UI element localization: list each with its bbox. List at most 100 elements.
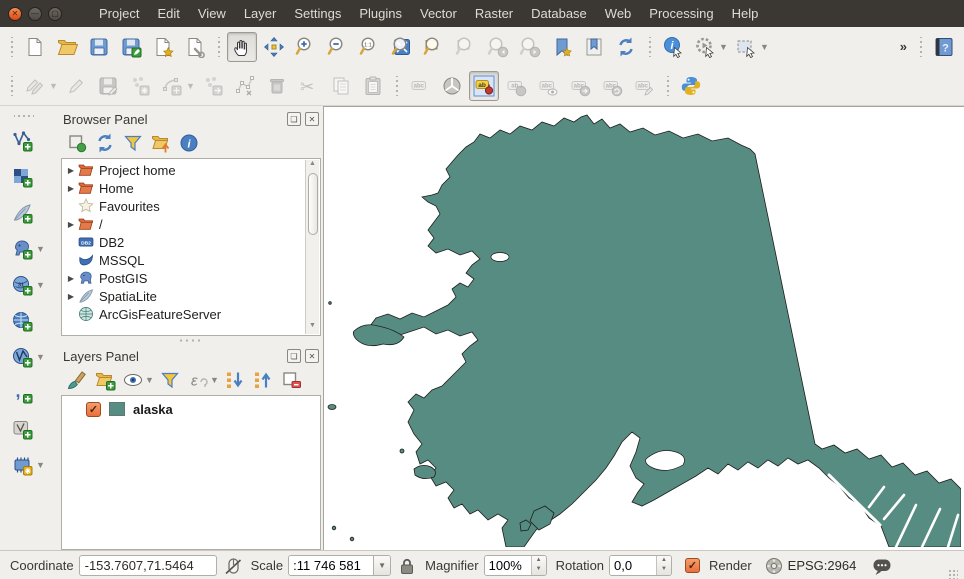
select-features-button[interactable] bbox=[731, 32, 761, 62]
browser-properties-button[interactable]: i bbox=[176, 131, 202, 155]
expander-icon[interactable]: ▶ bbox=[65, 184, 77, 193]
menu-settings[interactable]: Settings bbox=[285, 2, 350, 25]
window-minimize-button[interactable]: — bbox=[28, 7, 42, 21]
new-geopackage-layer-dropdown-arrow[interactable]: ▼ bbox=[36, 460, 46, 470]
composer-manager-button[interactable] bbox=[180, 32, 210, 62]
open-project-button[interactable] bbox=[52, 32, 82, 62]
coordinate-input[interactable] bbox=[79, 555, 217, 576]
menu-raster[interactable]: Raster bbox=[466, 2, 522, 25]
map-canvas[interactable] bbox=[323, 106, 964, 550]
browser-item-project-home[interactable]: ▶Project home bbox=[62, 161, 320, 179]
scrollbar-thumb[interactable] bbox=[308, 173, 318, 235]
collapse-all-button[interactable] bbox=[250, 368, 276, 392]
scale-input[interactable] bbox=[289, 556, 373, 575]
new-bookmark-button[interactable] bbox=[547, 32, 577, 62]
zoom-full-button[interactable] bbox=[387, 32, 417, 62]
browser-item-favourites[interactable]: Favourites bbox=[62, 197, 320, 215]
filter-browser-button[interactable] bbox=[120, 131, 146, 155]
expression-filter-dropdown-arrow[interactable]: ▼ bbox=[210, 375, 220, 385]
new-shapefile-layer-button[interactable] bbox=[7, 414, 37, 444]
magnifier-input[interactable] bbox=[485, 556, 531, 575]
remove-layer-group-button[interactable] bbox=[278, 368, 304, 392]
add-delimited-text-layer-button[interactable]: , bbox=[7, 378, 37, 408]
open-layer-styling-button[interactable] bbox=[64, 368, 90, 392]
add-group-button[interactable] bbox=[92, 368, 118, 392]
add-wms-layer-button[interactable] bbox=[7, 306, 37, 336]
expander-icon[interactable]: ▶ bbox=[65, 220, 77, 229]
pan-map-button[interactable] bbox=[227, 32, 257, 62]
panel-splitter[interactable] bbox=[61, 336, 321, 345]
help-button[interactable]: ? bbox=[929, 32, 959, 62]
refresh-browser-button[interactable] bbox=[92, 131, 118, 155]
menu-view[interactable]: View bbox=[189, 2, 235, 25]
rotation-input[interactable] bbox=[610, 556, 656, 575]
browser-item-spatialite[interactable]: ▶SpatiaLite bbox=[62, 287, 320, 305]
toolbar-grip[interactable] bbox=[917, 37, 924, 57]
add-mssql-layer-button[interactable]: 31 bbox=[7, 270, 37, 300]
run-feature-action-dropdown-arrow[interactable]: ▼ bbox=[719, 42, 729, 52]
lock-scale-icon[interactable] bbox=[396, 555, 416, 575]
toolbar-grip[interactable] bbox=[215, 37, 222, 57]
toolbar-overflow-button[interactable]: » bbox=[894, 39, 913, 54]
messages-icon[interactable] bbox=[871, 555, 891, 575]
add-wfs-layer-dropdown-arrow[interactable]: ▼ bbox=[36, 352, 46, 362]
add-mssql-layer-dropdown-arrow[interactable]: ▼ bbox=[36, 280, 46, 290]
layer-item-alaska[interactable]: ✓alaska bbox=[62, 396, 320, 418]
run-feature-action-button[interactable] bbox=[690, 32, 720, 62]
browser-panel-close-button[interactable]: ✕ bbox=[305, 112, 319, 126]
menu-web[interactable]: Web bbox=[596, 2, 641, 25]
save-project-as-button[interactable] bbox=[116, 32, 146, 62]
zoom-native-button[interactable]: 1:1 bbox=[355, 32, 385, 62]
browser-item-postgis[interactable]: ▶PostGIS bbox=[62, 269, 320, 287]
browser-item-arcgisfeatureserver[interactable]: ArcGisFeatureServer bbox=[62, 305, 320, 323]
browser-item-mssql[interactable]: MSSQL bbox=[62, 251, 320, 269]
add-raster-layer-button[interactable] bbox=[7, 162, 37, 192]
identify-features-button[interactable]: i bbox=[658, 32, 688, 62]
menu-layer[interactable]: Layer bbox=[235, 2, 286, 25]
add-vector-layer-button[interactable] bbox=[7, 126, 37, 156]
add-wfs-layer-button[interactable] bbox=[7, 342, 37, 372]
expander-icon[interactable]: ▶ bbox=[65, 292, 77, 301]
zoom-to-layer-button[interactable] bbox=[419, 32, 449, 62]
crs-label[interactable]: EPSG:2964 bbox=[788, 558, 857, 573]
toolbar-grip[interactable] bbox=[8, 37, 15, 57]
window-resize-grip[interactable] bbox=[948, 569, 958, 579]
expression-filter-button[interactable]: ε bbox=[185, 368, 211, 392]
mouse-position-toggle-icon[interactable] bbox=[222, 555, 242, 575]
render-checkbox[interactable]: ✓ bbox=[685, 558, 700, 573]
menu-project[interactable]: Project bbox=[90, 2, 148, 25]
zoom-in-button[interactable] bbox=[291, 32, 321, 62]
scale-combo[interactable]: ▼ bbox=[288, 555, 391, 576]
layers-panel-float-button[interactable]: ❏ bbox=[287, 349, 301, 363]
add-selected-layer-button[interactable] bbox=[64, 131, 90, 155]
add-postgis-layer-button[interactable] bbox=[7, 234, 37, 264]
expander-icon[interactable]: ▶ bbox=[65, 274, 77, 283]
toolbar-grip[interactable] bbox=[8, 76, 15, 96]
python-console-button[interactable] bbox=[676, 71, 706, 101]
filter-legend-button[interactable] bbox=[157, 368, 183, 392]
browser-item--[interactable]: ▶/ bbox=[62, 215, 320, 233]
pan-to-selection-button[interactable] bbox=[259, 32, 289, 62]
add-spatialite-layer-button[interactable] bbox=[7, 198, 37, 228]
scale-dropdown-button[interactable]: ▼ bbox=[373, 556, 390, 575]
new-project-button[interactable] bbox=[20, 32, 50, 62]
menu-vector[interactable]: Vector bbox=[411, 2, 466, 25]
manage-visibility-button[interactable] bbox=[120, 368, 146, 392]
browser-tree-scrollbar[interactable]: ▲ ▼ bbox=[305, 160, 319, 334]
save-project-button[interactable] bbox=[84, 32, 114, 62]
refresh-map-button[interactable] bbox=[611, 32, 641, 62]
expand-all-button[interactable] bbox=[222, 368, 248, 392]
toolbar-grip[interactable] bbox=[646, 37, 653, 57]
rotation-spinbox[interactable]: ▲▼ bbox=[609, 555, 672, 576]
new-geopackage-layer-button[interactable] bbox=[7, 450, 37, 480]
menu-database[interactable]: Database bbox=[522, 2, 596, 25]
menu-help[interactable]: Help bbox=[723, 2, 768, 25]
manage-visibility-dropdown-arrow[interactable]: ▼ bbox=[145, 375, 155, 385]
crs-status-icon[interactable] bbox=[763, 555, 783, 575]
collapse-all-browser-button[interactable] bbox=[148, 131, 174, 155]
toolbar-grip[interactable] bbox=[664, 76, 671, 96]
menu-processing[interactable]: Processing bbox=[640, 2, 722, 25]
magnifier-spinbox[interactable]: ▲▼ bbox=[484, 555, 547, 576]
show-bookmarks-button[interactable] bbox=[579, 32, 609, 62]
layer-labeling-options-button[interactable]: ab bbox=[469, 71, 499, 101]
